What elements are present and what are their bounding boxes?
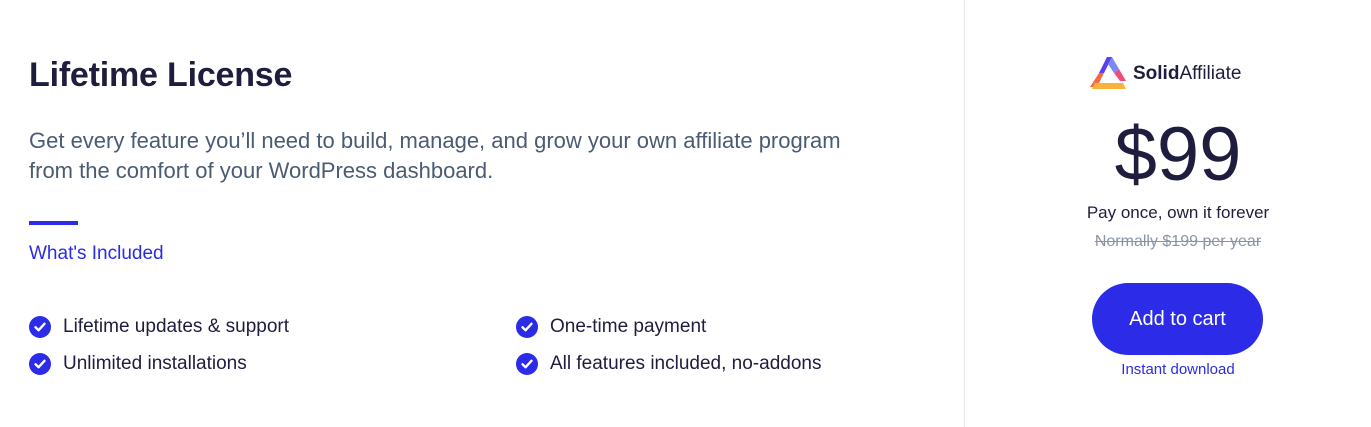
add-to-cart-button[interactable]: Add to cart — [1092, 283, 1263, 355]
normal-price-text: Normally $199 per year — [1094, 233, 1262, 250]
feature-item: Lifetime updates & support — [29, 313, 289, 341]
logo-wordmark: SolidAffiliate — [1133, 63, 1241, 85]
check-circle-icon — [29, 353, 51, 375]
solid-affiliate-logo: SolidAffiliate — [1087, 55, 1241, 93]
solid-affiliate-logo-icon — [1090, 57, 1126, 89]
feature-label: One-time payment — [550, 316, 707, 337]
instant-download-text: Instant download — [1121, 361, 1235, 378]
logo-word-light: Affiliate — [1179, 63, 1242, 84]
whats-included-heading: What's Included — [29, 243, 164, 264]
feature-item: Unlimited installations — [29, 350, 247, 378]
page-title: Lifetime License — [29, 56, 293, 94]
pricing-panel: SolidAffiliate $99 Pay once, own it fore… — [965, 0, 1371, 427]
feature-item: All features included, no-addons — [516, 350, 821, 378]
feature-item: One-time payment — [516, 313, 706, 341]
license-description: Get every feature you’ll need to build, … — [29, 128, 841, 183]
check-circle-icon — [516, 316, 538, 338]
check-circle-icon — [516, 353, 538, 375]
price: $99 — [1114, 112, 1242, 197]
accent-divider — [29, 221, 78, 225]
feature-label: Unlimited installations — [63, 353, 247, 374]
feature-label: Lifetime updates & support — [63, 316, 290, 337]
pay-once-text: Pay once, own it forever — [1086, 203, 1270, 222]
check-circle-icon — [29, 316, 51, 338]
logo-word-bold: Solid — [1133, 63, 1180, 84]
license-details-panel: Lifetime License Get every feature you’l… — [0, 0, 964, 427]
feature-label: All features included, no-addons — [550, 353, 822, 374]
